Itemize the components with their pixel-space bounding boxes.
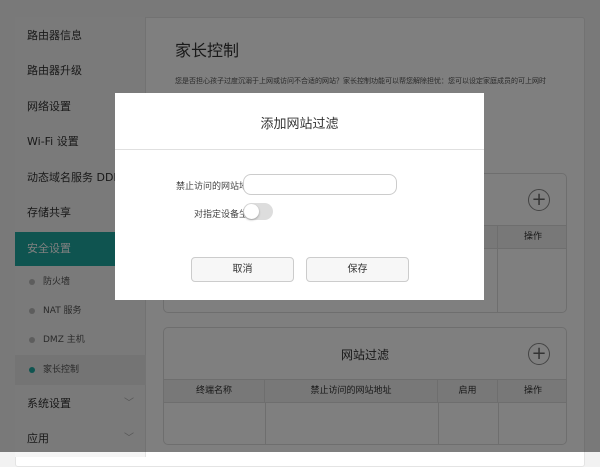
add-website-filter-dialog: 添加网站过滤 禁止访问的网站地址 对指定设备生效 取消 保存 [115,93,484,300]
toggle-knob [244,204,259,219]
blocked-url-input[interactable] [243,174,397,195]
save-button[interactable]: 保存 [306,257,409,282]
cancel-button[interactable]: 取消 [191,257,294,282]
divider [115,149,484,150]
device-toggle[interactable] [243,203,273,220]
dialog-title: 添加网站过滤 [260,117,339,132]
